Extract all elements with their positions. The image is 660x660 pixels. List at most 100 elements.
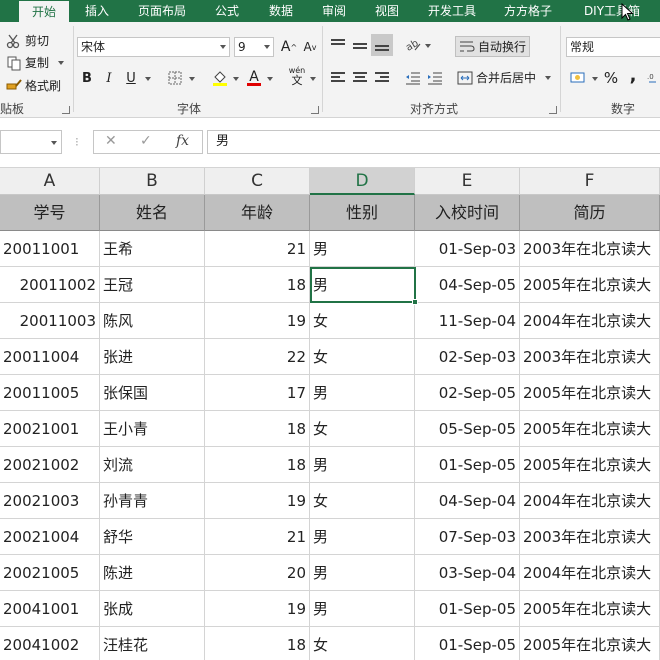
header-cell-age[interactable]: 年龄 — [205, 195, 310, 231]
copy-dropdown-arrow[interactable] — [58, 60, 65, 65]
column-header-a[interactable]: A — [0, 168, 100, 195]
format-painter-button[interactable]: 格式刷 — [6, 77, 61, 94]
cell-enroll-date[interactable]: 07-Sep-03 — [415, 519, 520, 555]
cell-gender[interactable]: 女 — [310, 627, 415, 660]
bottom-align-button[interactable] — [371, 34, 393, 56]
cell-name[interactable]: 王小青 — [100, 411, 205, 447]
cell-gender[interactable]: 男 — [310, 231, 415, 267]
percent-button[interactable]: % — [600, 67, 622, 89]
cell-gender[interactable]: 男 — [310, 555, 415, 591]
cell-enroll-date[interactable]: 01-Sep-05 — [415, 591, 520, 627]
cell-id[interactable]: 20021001 — [0, 411, 100, 447]
insert-function-icon[interactable]: fx — [176, 133, 189, 149]
cell-resume[interactable]: 2003年在北京读大 — [520, 231, 660, 267]
cell-id[interactable]: 20011001 — [0, 231, 100, 267]
tab-home[interactable]: 开始 — [19, 0, 69, 22]
cell-name[interactable]: 刘流 — [100, 447, 205, 483]
font-launcher-icon[interactable] — [311, 106, 319, 114]
cell-enroll-date[interactable]: 01-Sep-05 — [415, 447, 520, 483]
cell-enroll-date[interactable]: 01-Sep-03 — [415, 231, 520, 267]
cell-enroll-date[interactable]: 02-Sep-05 — [415, 375, 520, 411]
cell-id[interactable]: 20021003 — [0, 483, 100, 519]
cell-id[interactable]: 20011002 — [0, 267, 100, 303]
cell-name[interactable]: 汪桂花 — [100, 627, 205, 660]
column-header-b[interactable]: B — [100, 168, 205, 195]
cell-age[interactable]: 21 — [205, 519, 310, 555]
cell-resume[interactable]: 2003年在北京读大 — [520, 339, 660, 375]
font-color-button[interactable]: A — [243, 67, 265, 89]
fill-color-button[interactable] — [209, 67, 231, 89]
underline-button[interactable]: U — [120, 67, 142, 89]
header-cell-enroll-date[interactable]: 入校时间 — [415, 195, 520, 231]
cell-resume[interactable]: 2005年在北京读大 — [520, 375, 660, 411]
cell-resume[interactable]: 2003年在北京读大 — [520, 519, 660, 555]
formula-bar-splitter[interactable]: ⁝ — [75, 132, 79, 152]
cell-age[interactable]: 18 — [205, 447, 310, 483]
cell-name[interactable]: 张进 — [100, 339, 205, 375]
cell-resume[interactable]: 2004年在北京读大 — [520, 483, 660, 519]
bold-button[interactable]: B — [76, 67, 98, 89]
worksheet-grid[interactable]: A B C D E F 学号 姓名 年龄 性别 入校时间 简历 20011001… — [0, 168, 660, 660]
cell-gender[interactable]: 女 — [310, 411, 415, 447]
cell-resume[interactable]: 2004年在北京读大 — [520, 303, 660, 339]
tab-fangfang[interactable]: 方方格子 — [496, 0, 560, 22]
cell-id[interactable]: 20021002 — [0, 447, 100, 483]
cell-age[interactable]: 18 — [205, 411, 310, 447]
cell-id[interactable]: 20021005 — [0, 555, 100, 591]
align-center-button[interactable] — [349, 67, 371, 89]
tab-view[interactable]: 视图 — [366, 0, 408, 22]
cell-id[interactable]: 20011003 — [0, 303, 100, 339]
cell-name[interactable]: 陈风 — [100, 303, 205, 339]
header-cell-resume[interactable]: 简历 — [520, 195, 660, 231]
cell-age[interactable]: 18 — [205, 267, 310, 303]
cell-gender[interactable]: 女 — [310, 339, 415, 375]
cell-name[interactable]: 张成 — [100, 591, 205, 627]
name-box-dropdown-arrow[interactable] — [51, 141, 57, 145]
cell-age[interactable]: 20 — [205, 555, 310, 591]
increase-decimal-button[interactable]: .0 — [644, 67, 660, 89]
align-left-button[interactable] — [327, 67, 349, 89]
align-right-button[interactable] — [371, 67, 393, 89]
cell-age[interactable]: 19 — [205, 303, 310, 339]
cell-age[interactable]: 17 — [205, 375, 310, 411]
column-header-e[interactable]: E — [415, 168, 520, 195]
cell-id[interactable]: 20041001 — [0, 591, 100, 627]
comma-button[interactable]: , — [622, 64, 644, 86]
cell-gender[interactable]: 男 — [310, 591, 415, 627]
name-box[interactable] — [0, 130, 62, 154]
alignment-launcher-icon[interactable] — [549, 106, 557, 114]
cell-gender[interactable]: 女 — [310, 303, 415, 339]
cell-enroll-date[interactable]: 04-Sep-04 — [415, 483, 520, 519]
orientation-button[interactable]: ab — [402, 34, 424, 56]
cell-enroll-date[interactable]: 01-Sep-05 — [415, 627, 520, 660]
cell-gender[interactable]: 女 — [310, 483, 415, 519]
merge-dropdown-arrow[interactable] — [545, 75, 552, 80]
cell-gender[interactable]: 男 — [310, 267, 415, 303]
cell-resume[interactable]: 2005年在北京读大 — [520, 591, 660, 627]
tab-diy-toolbox[interactable]: DIY工具箱 — [574, 0, 650, 22]
accounting-dropdown-arrow[interactable] — [592, 77, 598, 81]
orientation-dropdown-arrow[interactable] — [425, 44, 431, 48]
cell-resume[interactable]: 2005年在北京读大 — [520, 267, 660, 303]
cell-name[interactable]: 舒华 — [100, 519, 205, 555]
cell-gender[interactable]: 男 — [310, 447, 415, 483]
accounting-format-button[interactable] — [567, 67, 589, 89]
header-cell-name[interactable]: 姓名 — [100, 195, 205, 231]
cell-age[interactable]: 19 — [205, 591, 310, 627]
cell-name[interactable]: 王希 — [100, 231, 205, 267]
cell-name[interactable]: 孙青青 — [100, 483, 205, 519]
fill-color-dropdown-arrow[interactable] — [233, 77, 239, 81]
cancel-icon[interactable]: ✕ — [105, 133, 117, 149]
cell-name[interactable]: 陈进 — [100, 555, 205, 591]
cut-button[interactable]: 剪切 — [6, 32, 49, 49]
borders-dropdown-arrow[interactable] — [189, 77, 195, 81]
copy-button[interactable]: 复制 — [6, 54, 65, 71]
cell-id[interactable]: 20041002 — [0, 627, 100, 660]
cell-enroll-date[interactable]: 04-Sep-05 — [415, 267, 520, 303]
header-cell-gender[interactable]: 性别 — [310, 195, 415, 231]
number-format-select[interactable]: 常规 — [566, 37, 660, 57]
cell-name[interactable]: 王冠 — [100, 267, 205, 303]
cell-gender[interactable]: 男 — [310, 519, 415, 555]
cell-age[interactable]: 19 — [205, 483, 310, 519]
shrink-font-button[interactable]: Av — [299, 36, 321, 58]
